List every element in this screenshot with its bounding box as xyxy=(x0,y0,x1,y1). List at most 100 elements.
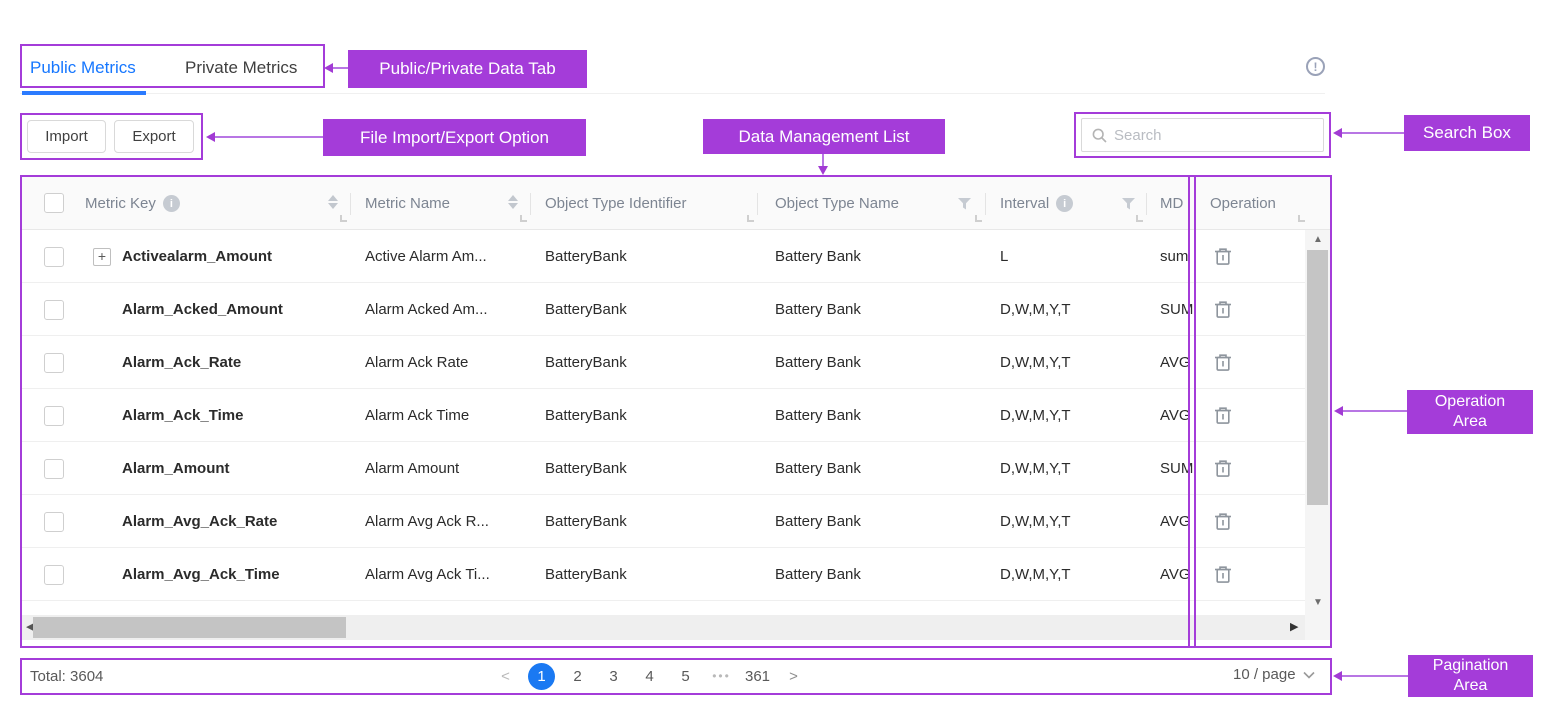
annotation-search-text: Search Box xyxy=(1423,123,1511,143)
annotation-search-arrowhead xyxy=(1333,128,1342,138)
metric-name-cell: Alarm Acked Am... xyxy=(365,283,488,336)
row-checkbox[interactable] xyxy=(44,512,64,532)
scroll-up-icon[interactable]: ▲ xyxy=(1313,235,1323,245)
interval-cell: D,W,M,Y,T xyxy=(1000,442,1071,495)
annotation-operation-arrow-line xyxy=(1341,410,1407,412)
import-button[interactable]: Import xyxy=(27,120,106,153)
tab-public-metrics[interactable]: Public Metrics xyxy=(30,58,136,78)
object-type-identifier-cell: BatteryBank xyxy=(545,336,627,389)
object-type-identifier-cell: BatteryBank xyxy=(545,442,627,495)
pager-page-3[interactable]: 3 xyxy=(600,663,627,690)
select-all-checkbox[interactable] xyxy=(44,193,64,213)
table-row: + Alarm_Avg_Ack_Time Alarm Avg Ack Ti...… xyxy=(22,548,1305,601)
delete-icon[interactable] xyxy=(1214,406,1232,425)
metric-key-cell: Alarm_Ack_Rate xyxy=(122,336,241,389)
column-header-metric-name[interactable]: Metric Name xyxy=(365,177,450,230)
column-label: Metric Key xyxy=(85,195,156,212)
column-label: Interval xyxy=(1000,195,1049,212)
annotation-search-arrow-line xyxy=(1340,132,1404,134)
annotation-list-label: Data Management List xyxy=(703,119,945,154)
object-type-name-cell: Battery Bank xyxy=(775,601,861,614)
annotation-list-arrowhead xyxy=(818,166,828,175)
pager: < 1 2 3 4 5 ••• 361 > xyxy=(492,662,807,690)
pager-last-page[interactable]: 361 xyxy=(744,663,771,690)
interval-cell: D,W,M,Y,T xyxy=(1000,389,1071,442)
metric-key-info-icon[interactable]: i xyxy=(163,195,180,212)
table-body: + Activealarm_Amount Active Alarm Am... … xyxy=(22,230,1305,614)
row-checkbox[interactable] xyxy=(44,406,64,426)
info-circle-icon[interactable]: ! xyxy=(1306,57,1325,76)
annotation-search-label: Search Box xyxy=(1404,115,1530,151)
row-checkbox[interactable] xyxy=(44,565,64,585)
delete-icon[interactable] xyxy=(1214,247,1232,266)
metric-key-sort-icon[interactable] xyxy=(328,195,338,209)
delete-icon[interactable] xyxy=(1214,300,1232,319)
pager-ellipsis[interactable]: ••• xyxy=(708,663,735,690)
column-header-md[interactable]: MD xyxy=(1160,177,1183,230)
interval-cell: D,W,M,Y,T xyxy=(1000,601,1071,614)
md-cell: AVG xyxy=(1160,336,1206,389)
page-size-select[interactable]: 10 / page xyxy=(1233,666,1315,683)
metric-name-cell: Alarm Ack Time xyxy=(365,389,469,442)
object-type-name-filter-icon[interactable] xyxy=(958,198,971,210)
annotation-operation-text2: Area xyxy=(1453,412,1487,432)
annotation-tab-arrowhead xyxy=(324,63,333,73)
row-checkbox[interactable] xyxy=(44,247,64,267)
column-header-object-type-name[interactable]: Object Type Name xyxy=(775,177,899,230)
delete-icon[interactable] xyxy=(1214,459,1232,478)
object-type-name-cell: Battery Bank xyxy=(775,230,861,283)
pager-page-1[interactable]: 1 xyxy=(528,663,555,690)
object-type-identifier-cell: BatteryBank xyxy=(545,601,627,614)
object-type-name-cell: Battery Bank xyxy=(775,283,861,336)
object-type-name-cell: Battery Bank xyxy=(775,336,861,389)
md-cell: SUM xyxy=(1160,283,1206,336)
annotation-import-export-arrowhead xyxy=(206,132,215,142)
scroll-right-icon[interactable]: ▶ xyxy=(1290,622,1298,632)
export-button[interactable]: Export xyxy=(114,120,194,153)
column-header-object-type-identifier[interactable]: Object Type Identifier xyxy=(545,177,686,230)
annotation-tab-label: Public/Private Data Tab xyxy=(348,50,587,88)
table-row: + Alarm_Ack_Time Alarm Ack Time BatteryB… xyxy=(22,389,1305,442)
column-label: MD xyxy=(1160,195,1183,212)
annotation-operation-arrowhead xyxy=(1334,406,1343,416)
annotation-import-export-arrow-line xyxy=(213,136,323,138)
scroll-down-icon[interactable]: ▼ xyxy=(1313,598,1323,608)
metric-name-sort-icon[interactable] xyxy=(508,195,518,209)
pager-prev-button[interactable]: < xyxy=(492,663,519,690)
row-checkbox[interactable] xyxy=(44,353,64,373)
interval-info-icon[interactable]: i xyxy=(1056,195,1073,212)
column-header-metric-key[interactable]: Metric Key i xyxy=(85,177,180,230)
annotation-operation-label: Operation Area xyxy=(1407,390,1533,434)
object-type-identifier-cell: BatteryBank xyxy=(545,548,627,601)
pager-next-button[interactable]: > xyxy=(780,663,807,690)
metric-key-cell: Alarm_Acked_Amount xyxy=(122,283,283,336)
expand-icon[interactable]: + xyxy=(93,248,111,266)
vertical-scrollbar-thumb[interactable] xyxy=(1307,250,1328,505)
table-row: + Activealarm_Amount Active Alarm Am... … xyxy=(22,230,1305,283)
search-input[interactable]: Search xyxy=(1081,118,1324,152)
interval-cell: D,W,M,Y,T xyxy=(1000,336,1071,389)
column-header-interval[interactable]: Interval i xyxy=(1000,177,1073,230)
active-tab-indicator xyxy=(22,91,146,95)
row-checkbox[interactable] xyxy=(44,459,64,479)
interval-cell: D,W,M,Y,T xyxy=(1000,548,1071,601)
pager-page-5[interactable]: 5 xyxy=(672,663,699,690)
md-cell: AVG xyxy=(1160,601,1206,614)
delete-icon[interactable] xyxy=(1214,512,1232,531)
object-type-identifier-cell: BatteryBank xyxy=(545,230,627,283)
row-checkbox[interactable] xyxy=(44,300,64,320)
metric-key-cell: Alarm_Amount xyxy=(122,442,230,495)
object-type-name-cell: Battery Bank xyxy=(775,548,861,601)
metric-name-cell: Alarm Avg Res... xyxy=(365,601,476,614)
delete-icon[interactable] xyxy=(1214,353,1232,372)
object-type-name-cell: Battery Bank xyxy=(775,495,861,548)
interval-filter-icon[interactable] xyxy=(1122,198,1135,210)
column-header-operation[interactable]: Operation xyxy=(1210,177,1276,230)
horizontal-scrollbar-thumb[interactable] xyxy=(33,617,346,638)
pager-page-2[interactable]: 2 xyxy=(564,663,591,690)
annotation-pagination-text1: Pagination xyxy=(1433,656,1509,676)
delete-icon[interactable] xyxy=(1214,565,1232,584)
pager-page-4[interactable]: 4 xyxy=(636,663,663,690)
tab-private-metrics[interactable]: Private Metrics xyxy=(185,58,297,78)
annotation-import-export-label: File Import/Export Option xyxy=(323,119,586,156)
